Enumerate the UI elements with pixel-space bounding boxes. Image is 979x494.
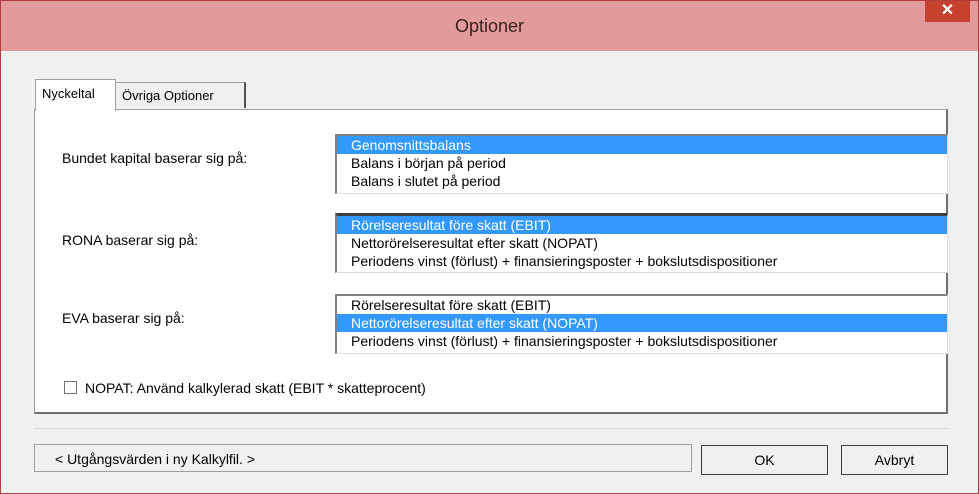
bundet-kapital-label: Bundet kapital baserar sig på: xyxy=(62,150,248,166)
ok-button[interactable]: OK xyxy=(701,445,828,475)
bundet-kapital-listbox[interactable]: Genomsnittsbalans Balans i början på per… xyxy=(335,134,948,194)
list-item[interactable]: Nettorörelseresultat efter skatt (NOPAT) xyxy=(337,234,947,252)
options-dialog: Optioner ✕ Nyckeltal Övriga Optioner Bun… xyxy=(0,0,979,494)
eva-listbox[interactable]: Rörelseresultat före skatt (EBIT) Nettor… xyxy=(335,294,948,354)
nopat-checkbox[interactable] xyxy=(64,381,77,394)
rona-listbox[interactable]: Rörelseresultat före skatt (EBIT) Nettor… xyxy=(335,213,948,273)
rona-label: RONA baserar sig på: xyxy=(62,232,199,248)
window-title: Optioner xyxy=(454,16,525,36)
title-bar[interactable]: Optioner ✕ xyxy=(1,1,978,51)
list-item[interactable]: Balans i början på period xyxy=(337,154,947,172)
list-item[interactable]: Periodens vinst (förlust) + finansiering… xyxy=(337,332,947,350)
list-item[interactable]: Balans i slutet på period xyxy=(337,172,947,190)
status-field: < Utgångsvärden i ny Kalkylfil. > xyxy=(34,444,692,472)
close-button[interactable]: ✕ xyxy=(925,1,970,22)
eva-label: EVA baserar sig på: xyxy=(62,310,185,326)
divider xyxy=(34,428,948,429)
list-item[interactable]: Rörelseresultat före skatt (EBIT) xyxy=(337,216,947,234)
list-item[interactable]: Nettorörelseresultat efter skatt (NOPAT) xyxy=(337,314,947,332)
list-item[interactable]: Periodens vinst (förlust) + finansiering… xyxy=(337,252,947,270)
tab-ovriga-optioner[interactable]: Övriga Optioner xyxy=(116,82,246,108)
list-item[interactable]: Genomsnittsbalans xyxy=(337,136,947,154)
nopat-checkbox-label: NOPAT: Använd kalkylerad skatt (EBIT * s… xyxy=(85,380,426,396)
nopat-checkbox-row[interactable]: NOPAT: Använd kalkylerad skatt (EBIT * s… xyxy=(64,380,426,396)
list-item[interactable]: Rörelseresultat före skatt (EBIT) xyxy=(337,296,947,314)
tab-nyckeltal[interactable]: Nyckeltal xyxy=(35,79,116,111)
cancel-button[interactable]: Avbryt xyxy=(841,445,948,475)
